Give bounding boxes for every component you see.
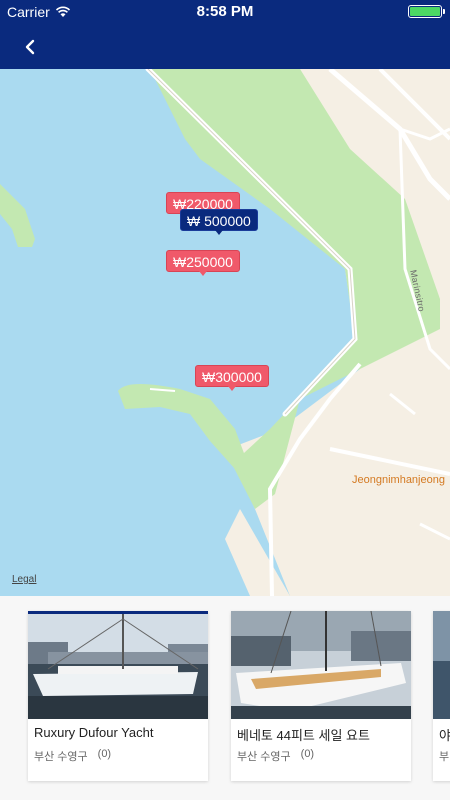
status-time: 8:58 PM <box>196 3 254 20</box>
listing-meta: 부산 수영구 (0) <box>237 748 314 764</box>
listing-photo <box>28 611 208 719</box>
yacht-photo-image <box>231 611 411 719</box>
chevron-left-icon <box>25 39 35 55</box>
listing-card[interactable]: 야 부 <box>433 611 450 781</box>
yacht-photo-image <box>28 614 208 719</box>
map-base <box>0 69 450 596</box>
price-marker[interactable]: ₩250000 <box>166 250 240 276</box>
app-root: Carrier 8:58 PM Marinsitro Jeongnimhanje… <box>0 0 450 800</box>
yacht-photo-image <box>433 611 450 719</box>
listing-title: 베네토 44피트 세일 요트 <box>237 728 370 743</box>
price-marker-selected[interactable]: ₩ 500000 <box>180 209 258 235</box>
status-bar: Carrier 8:58 PM <box>0 0 450 22</box>
legal-link[interactable]: Legal <box>12 574 36 585</box>
map-view[interactable]: Marinsitro Jeongnimhanjeong Legal ₩22000… <box>0 69 450 596</box>
battery-icon <box>408 5 445 18</box>
listing-card[interactable]: Ruxury Dufour Yacht 부산 수영구 (0) <box>28 611 208 781</box>
listing-photo <box>433 611 450 719</box>
poi-label[interactable]: Jeongnimhanjeong <box>352 474 445 486</box>
listing-review-count: (0) <box>300 748 315 760</box>
listing-carousel[interactable]: Ruxury Dufour Yacht 부산 수영구 (0) 베네토 44피트 … <box>0 596 450 800</box>
listing-title: 야 <box>439 728 450 743</box>
listing-review-count: (0) <box>97 748 112 760</box>
listing-meta: 부산 수영구 (0) <box>34 748 111 764</box>
price-marker[interactable]: ₩300000 <box>195 365 269 391</box>
listing-photo <box>231 611 411 719</box>
listing-location: 부 <box>439 751 450 763</box>
listing-meta: 부 <box>439 748 450 764</box>
listing-location: 부산 수영구 <box>34 751 88 763</box>
listing-title: Ruxury Dufour Yacht <box>34 725 154 740</box>
listing-location: 부산 수영구 <box>237 751 291 763</box>
listing-card[interactable]: 베네토 44피트 세일 요트 부산 수영구 (0) <box>231 611 411 781</box>
back-button[interactable] <box>16 34 44 60</box>
nav-header: Carrier 8:58 PM <box>0 0 450 69</box>
battery-fill <box>410 7 440 16</box>
